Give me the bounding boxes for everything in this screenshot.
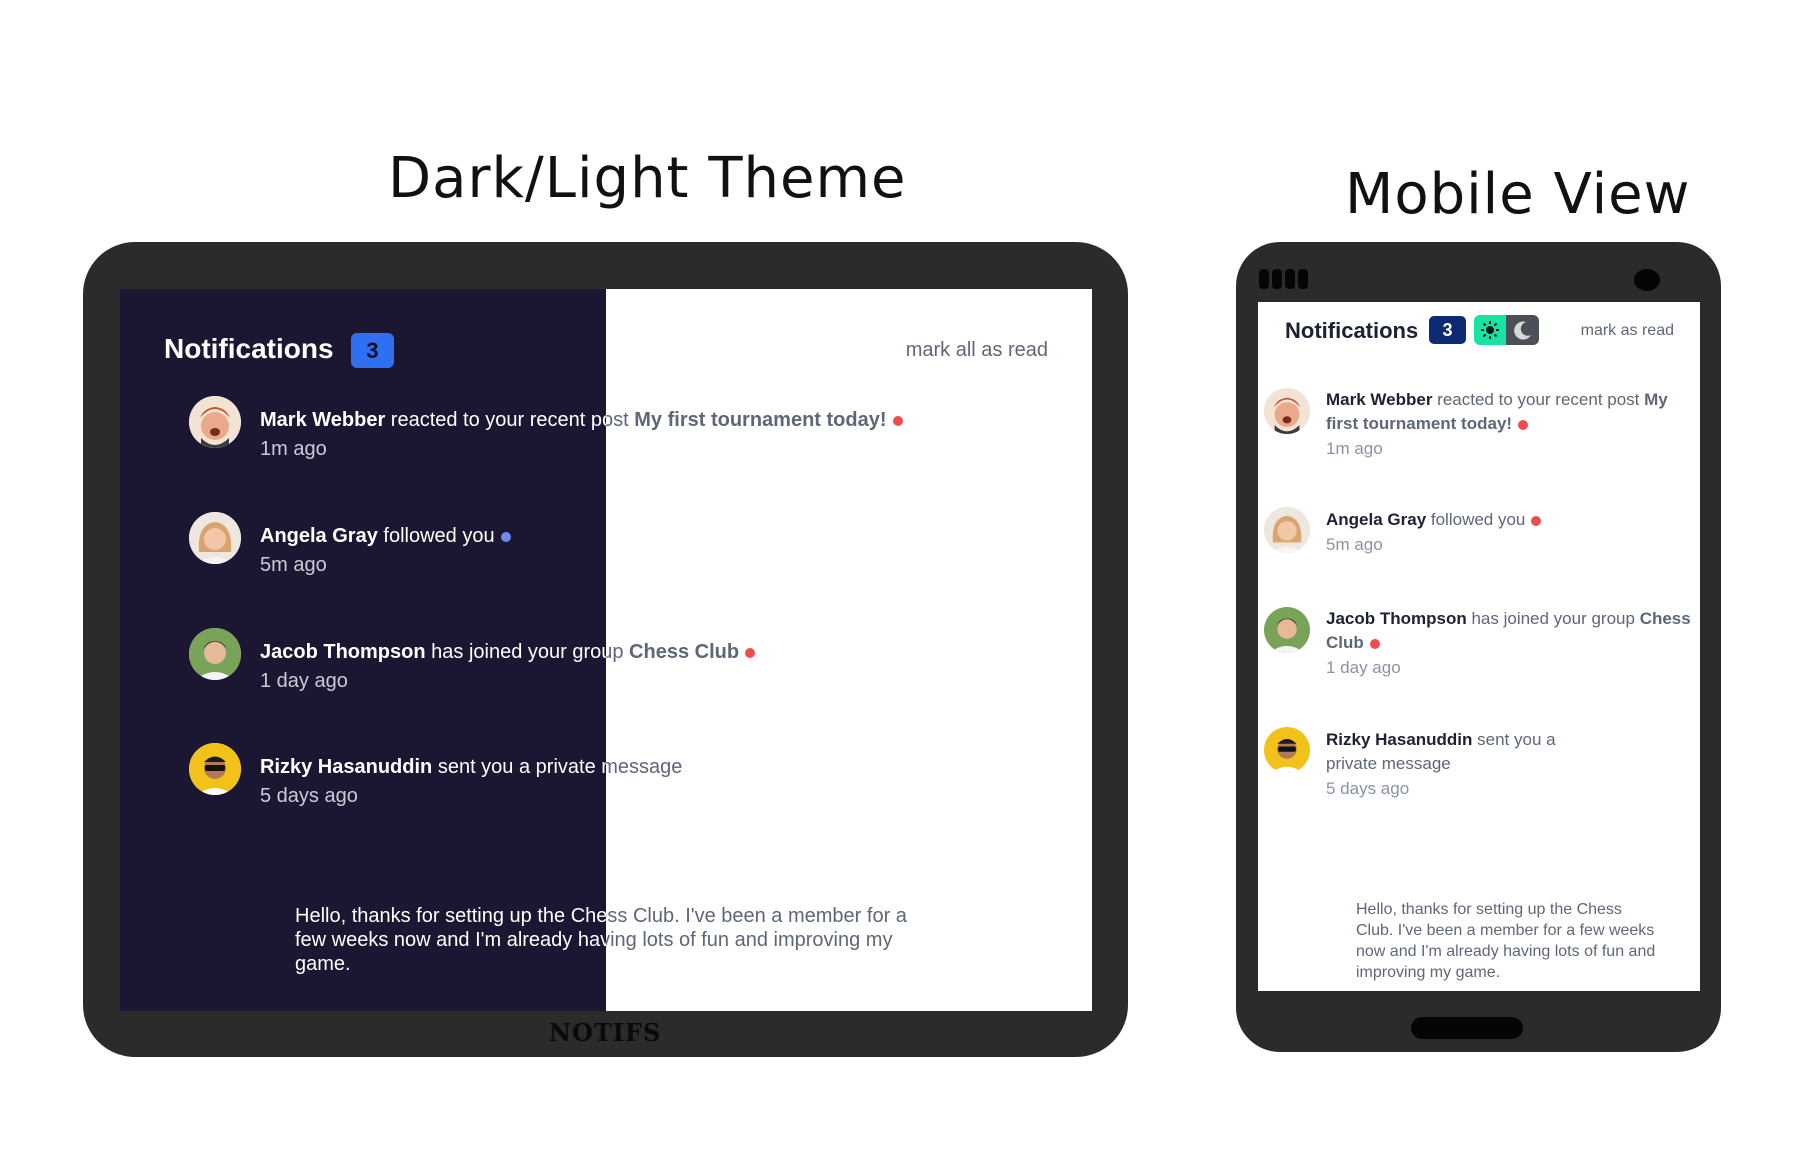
notifications-title: Notifications — [1285, 318, 1419, 343]
notification-row[interactable]: Mark Webber reacted to your recent post … — [1326, 388, 1694, 461]
unread-dot — [1369, 638, 1380, 649]
notification-row[interactable]: Angela Gray followed you 5m ago — [260, 525, 511, 577]
brand-logo: NOTIFS — [549, 1018, 662, 1047]
notification-author[interactable]: Angela Gray — [260, 525, 378, 547]
moon-icon[interactable] — [1506, 315, 1539, 345]
notification-author[interactable]: Mark Webber — [260, 409, 385, 431]
notifications-title: Notifications — [164, 333, 334, 364]
phone-frame: Notifications 3 mark as read Mark Webber… — [1236, 242, 1721, 1052]
notification-target[interactable]: Chess Club — [629, 641, 739, 663]
tablet-frame: mark all as read Mark Webber reacted to … — [83, 242, 1128, 1057]
notification-time: 1 day ago — [1326, 658, 1401, 677]
unread-dot — [500, 531, 511, 542]
notification-author[interactable]: Rizky Hasanuddin — [260, 756, 432, 778]
avatar-mark-webber[interactable] — [1264, 388, 1310, 434]
notification-author[interactable]: Mark Webber — [1326, 390, 1432, 409]
mark-as-read-link[interactable]: mark as read — [1581, 322, 1674, 340]
tablet-screen: mark all as read Mark Webber reacted to … — [120, 289, 1092, 1011]
avatar-rizky-hasanuddin[interactable] — [1264, 727, 1310, 773]
notification-author[interactable]: Jacob Thompson — [1326, 609, 1467, 628]
heading-mobile-view: Mobile View — [1345, 162, 1691, 227]
phone-screen: Notifications 3 mark as read Mark Webber… — [1258, 302, 1700, 991]
notification-author[interactable]: Angela Gray — [1326, 510, 1426, 529]
private-message[interactable]: Hello, thanks for setting up the Chess C… — [1356, 899, 1661, 983]
notification-time: 5m ago — [1326, 535, 1383, 554]
notification-target[interactable]: My first tournament today! — [634, 409, 886, 431]
unread-dot — [1518, 419, 1529, 430]
unread-dot — [892, 415, 903, 426]
notification-action: has joined your group — [425, 641, 630, 663]
speaker-grille — [1259, 269, 1308, 289]
notification-time: 1m ago — [1326, 439, 1383, 458]
notification-time: 5m ago — [260, 554, 327, 576]
notification-row[interactable]: Jacob Thompson has joined your group Che… — [1326, 607, 1694, 680]
avatar-jacob-thompson[interactable] — [1264, 607, 1310, 653]
theme-toggle[interactable] — [1474, 315, 1539, 345]
sun-icon[interactable] — [1474, 315, 1506, 345]
unread-count-badge: 3 — [1429, 316, 1466, 344]
notification-action: followed you — [377, 525, 495, 547]
heading-dark-light-theme: Dark/Light Theme — [388, 146, 907, 211]
notification-action: reacted to your recent post — [385, 409, 635, 431]
notification-author[interactable]: Rizky Hasanuddin — [1326, 730, 1472, 749]
notification-row[interactable]: Angela Gray followed you 5m ago — [1326, 508, 1694, 557]
notification-time: 5 days ago — [1326, 779, 1410, 798]
mark-all-read-link[interactable]: mark all as read — [906, 339, 1048, 362]
unread-dot — [745, 647, 756, 658]
notification-action: reacted to your recent post — [1432, 390, 1645, 409]
notification-action: has joined your group — [1466, 609, 1640, 628]
unread-count-badge: 3 — [351, 333, 394, 368]
camera-icon — [1634, 269, 1660, 291]
avatar-angela-gray[interactable] — [1264, 507, 1310, 553]
notification-action: followed you — [1426, 510, 1526, 529]
notification-author[interactable]: Jacob Thompson — [260, 641, 426, 663]
home-button[interactable] — [1411, 1017, 1523, 1039]
unread-dot — [1531, 515, 1542, 526]
notification-row[interactable]: Rizky Hasanuddin sent you a private mess… — [1326, 728, 1606, 801]
